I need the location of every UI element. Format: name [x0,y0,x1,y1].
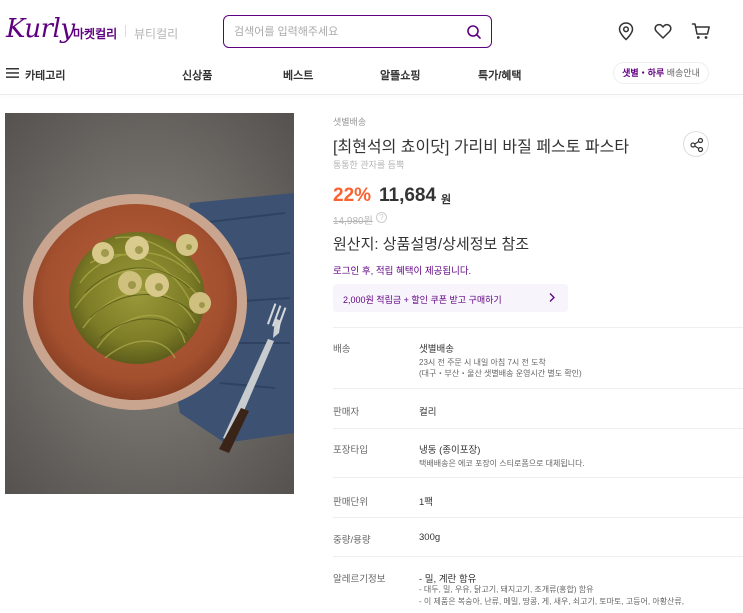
menu-icon[interactable] [6,68,19,78]
detail-label-delivery: 배송 [333,344,351,355]
site-header: Kurly 마켓컬리 뷰티컬리 카테고리 신상품 베스트 알뜰쇼핑 특가/혜택 … [0,0,743,95]
delivery-pill-strong: 샛별・하루 [622,68,665,78]
tab-beauty-kurly[interactable]: 뷰티컬리 [134,25,178,42]
cart-icon[interactable] [690,20,712,42]
product-subtitle: 통통한 관자를 듬뿍 [333,160,405,170]
sale-price: 11,684 [379,185,437,206]
detail-note: (대구・부산・울산 샛별배송 운영시간 별도 확인) [419,369,582,378]
detail-divider [333,477,743,478]
detail-value-delivery: 샛별배송 [419,344,454,355]
share-icon [690,137,704,153]
detail-value-weight: 300g [419,532,441,543]
delivery-info-pill[interactable]: 샛별・하루 배송안내 [613,62,709,84]
coupon-button[interactable]: 2,000원 적립금 + 할인 쿠폰 받고 구매하기 [333,284,568,312]
detail-value-allergy: - 밀, 계란 함유 [419,574,477,585]
price-help-icon[interactable]: ? [376,212,387,223]
location-pin-icon[interactable] [615,20,637,42]
detail-label-allergy: 알레르기정보 [333,574,386,585]
detail-note: 택배배송은 에코 포장이 스티로폼으로 대체됩니다. [419,459,585,468]
coupon-label: 2,000원 적립금 + 할인 쿠폰 받고 구매하기 [343,295,502,305]
detail-value-seller: 컬리 [419,407,437,418]
detail-label-weight: 중량/용량 [333,535,371,546]
detail-note: - 대두, 밀, 우유, 닭고기, 돼지고기, 조개류(홍합) 함유 [419,585,594,594]
share-button[interactable] [683,131,709,157]
detail-value-unit: 1팩 [419,497,434,508]
detail-note: - 이 제품은 복숭아, 난류, 메밀, 땅콩, 게, 새우, 쇠고기, 토마토… [419,597,684,606]
detail-note: 23시 전 주문 시 내일 아침 7시 전 도착 [419,358,546,367]
origin-info: 원산지: 상품설명/상세정보 참조 [333,236,530,253]
detail-value-packaging: 냉동 (종이포장) [419,445,481,456]
kurly-logo[interactable]: Kurly [6,14,75,44]
tab-divider [125,25,126,37]
tab-market-kurly[interactable]: 마켓컬리 [73,25,117,42]
heart-icon[interactable] [652,20,674,42]
detail-label-packaging: 포장타입 [333,445,368,456]
search-input[interactable] [234,23,454,41]
header-divider [0,94,743,95]
delivery-pill-text: 배송안내 [664,68,700,78]
detail-divider [333,556,743,557]
search-icon[interactable] [466,24,482,40]
price-currency: 원 [441,194,452,206]
detail-divider [333,517,743,518]
login-benefit-message: 로그인 후, 적립 혜택이 제공됩니다. [333,266,472,277]
detail-divider [333,388,743,389]
nav-item-special[interactable]: 특가/혜택 [478,67,522,83]
detail-divider [333,327,743,328]
original-price: 14,980원 [333,216,373,227]
search-box [223,15,492,48]
discount-rate: 22% [333,185,372,206]
delivery-tag: 샛별배송 [333,117,367,127]
detail-label-unit: 판매단위 [333,497,368,508]
product-title: [최현석의 쵸이닷] 가리비 바질 페스토 파스타 [333,139,630,156]
nav-item-bargain[interactable]: 알뜰쇼핑 [380,67,420,83]
product-image [5,113,294,494]
detail-divider [333,428,743,429]
nav-category[interactable]: 카테고리 [25,67,65,83]
chevron-right-icon [549,293,555,302]
detail-label-seller: 판매자 [333,407,360,418]
nav-item-best[interactable]: 베스트 [283,67,313,83]
nav-item-new[interactable]: 신상품 [182,67,212,83]
